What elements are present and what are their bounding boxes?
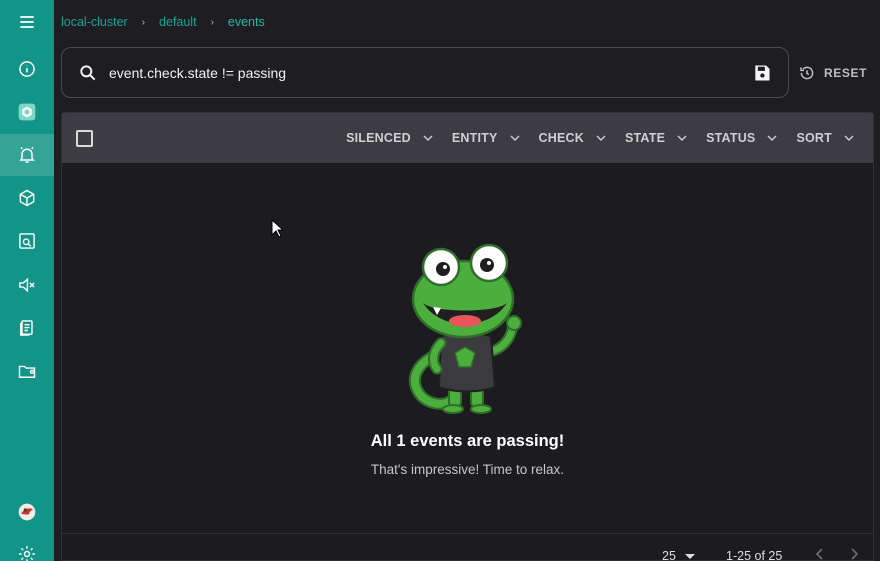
assets-folder-icon[interactable] xyxy=(0,350,54,392)
info-icon[interactable] xyxy=(0,48,54,90)
chevron-down-icon xyxy=(596,135,606,141)
breadcrumb-cluster[interactable]: local-cluster xyxy=(61,15,128,29)
chevron-right-icon xyxy=(851,548,859,560)
filter-label: CHECK xyxy=(538,131,584,145)
reset-label: RESET xyxy=(824,66,868,80)
entities-cube-icon[interactable] xyxy=(0,177,54,219)
pagination-range: 1-25 of 25 xyxy=(726,549,783,561)
rows-per-page-value: 25 xyxy=(662,549,676,561)
events-bell-icon[interactable] xyxy=(0,134,54,176)
search-icon xyxy=(80,64,96,80)
search-bar[interactable]: event.check.state != passing xyxy=(61,47,789,98)
handlers-icon[interactable] xyxy=(0,307,54,349)
breadcrumb: local-cluster › default › events xyxy=(61,14,265,30)
filter-label: STATUS xyxy=(706,131,756,145)
history-icon xyxy=(800,66,814,80)
filter-label: ENTITY xyxy=(451,131,498,145)
events-list-card: SILENCED ENTITY CHECK STATE STATUS SORT … xyxy=(61,112,874,561)
select-all-checkbox[interactable] xyxy=(76,130,93,147)
filter-menus: SILENCED ENTITY CHECK STATE STATUS SORT xyxy=(328,113,855,163)
empty-state: All 1 events are passing! That's impress… xyxy=(62,163,873,533)
save-search-icon[interactable] xyxy=(752,63,772,83)
silences-mute-icon[interactable] xyxy=(0,264,54,306)
menu-icon[interactable] xyxy=(0,1,54,43)
next-page-button[interactable] xyxy=(846,546,862,561)
filter-state[interactable]: STATE xyxy=(625,131,688,145)
events-page: local-cluster › default › events event.c… xyxy=(54,0,880,561)
breadcrumb-separator: › xyxy=(210,16,214,28)
chevron-down-icon xyxy=(767,135,777,141)
checks-icon[interactable] xyxy=(0,220,54,262)
empty-state-title: All 1 events are passing! xyxy=(370,432,565,450)
breadcrumb-separator: › xyxy=(141,16,146,28)
gecko-mascot-illustration xyxy=(408,243,522,414)
chevron-down-icon xyxy=(677,135,687,141)
nav-rail xyxy=(0,0,54,561)
pagination-bar: 25 1-25 of 25 xyxy=(62,533,873,561)
chevron-down-icon xyxy=(844,135,854,141)
filter-silenced[interactable]: SILENCED xyxy=(346,131,434,145)
list-toolbar: SILENCED ENTITY CHECK STATE STATUS SORT xyxy=(62,113,873,163)
breadcrumb-current-page[interactable]: events xyxy=(228,15,265,29)
filter-label: STATE xyxy=(624,131,666,145)
mouse-cursor-icon xyxy=(271,219,283,238)
filter-status[interactable]: STATUS xyxy=(706,131,778,145)
caret-down-icon xyxy=(684,553,695,559)
user-avatar[interactable] xyxy=(0,491,54,533)
chevron-left-icon xyxy=(815,548,823,560)
filter-check[interactable]: CHECK xyxy=(539,131,607,145)
filter-sort[interactable]: SORT xyxy=(796,131,855,145)
filter-entity[interactable]: ENTITY xyxy=(452,131,521,145)
empty-state-subtitle: That's impressive! Time to relax. xyxy=(370,462,565,477)
search-input[interactable]: event.check.state != passing xyxy=(109,65,752,81)
previous-page-button[interactable] xyxy=(812,546,828,561)
chevron-down-icon xyxy=(510,135,520,141)
chevron-down-icon xyxy=(423,135,433,141)
settings-gear-icon[interactable] xyxy=(0,533,54,561)
breadcrumb-namespace[interactable]: default xyxy=(159,15,197,29)
reset-button[interactable]: RESET xyxy=(798,60,867,86)
filter-label: SILENCED xyxy=(346,131,411,145)
rows-per-page-select[interactable]: 25 xyxy=(662,549,695,561)
filter-label: SORT xyxy=(796,131,832,145)
namespace-icon[interactable] xyxy=(0,91,54,133)
